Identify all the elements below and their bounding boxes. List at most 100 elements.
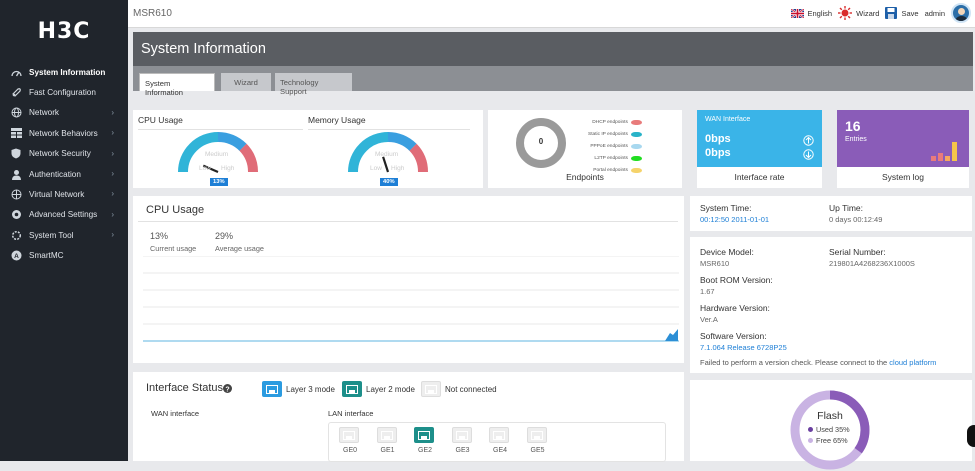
wan-title: WAN Interface xyxy=(705,116,751,123)
system-log-card[interactable]: 16 Entries System log xyxy=(837,110,969,188)
wizard-icon xyxy=(838,6,853,20)
sidebar-item-system-tool[interactable]: System Tool › xyxy=(0,225,128,245)
cpu-gauge-high: High xyxy=(221,165,235,172)
tab-system-information[interactable]: System Information xyxy=(139,73,215,97)
legend-not-connected-label: Not connected xyxy=(445,385,497,394)
lan-port-panel: GE0 GE1 GE2 GE3 GE4 GE5 xyxy=(328,422,666,462)
sidebar-item-smartmc[interactable]: A SmartMC xyxy=(0,246,128,266)
bootrom-label: Boot ROM Version: xyxy=(700,275,773,285)
sidebar-item-label: Fast Configuration xyxy=(29,88,96,98)
memory-gauge-medium: Medium xyxy=(375,151,399,158)
wizard-button[interactable]: Wizard xyxy=(838,6,879,20)
bootrom-value: 1.67 xyxy=(700,287,715,296)
sidebar-item-network-security[interactable]: Network Security › xyxy=(0,144,128,164)
cpu-average-label: Average usage xyxy=(215,244,264,253)
swatch-dhcp xyxy=(630,119,642,125)
system-time-value[interactable]: 00:12:50 2011-01-01 xyxy=(700,215,769,224)
page-title: System Information xyxy=(133,32,973,66)
interface-status-card: Interface Status ? Layer 3 mode Layer 2 … xyxy=(133,372,684,462)
shield-icon xyxy=(10,148,22,159)
chevron-right-icon: › xyxy=(111,107,114,117)
port-ge3[interactable] xyxy=(451,427,472,443)
wan-interface-label: WAN interface xyxy=(151,409,200,418)
sidebar-item-label: Advanced Settings xyxy=(29,210,98,220)
port-ge1[interactable] xyxy=(376,427,397,443)
port-ge0[interactable] xyxy=(339,427,359,443)
language-label: English xyxy=(807,8,833,18)
system-log-panel: 16 Entries xyxy=(837,110,969,167)
endpoints-label: Endpoints xyxy=(566,172,604,182)
endpoints-count: 0 xyxy=(538,137,544,146)
software-label: Software Version: xyxy=(700,331,767,341)
port-ge4[interactable] xyxy=(489,427,509,443)
port-ge2[interactable] xyxy=(414,427,434,443)
used-dot-icon xyxy=(808,427,813,432)
tab-technology-support[interactable]: Technology Support xyxy=(275,73,352,96)
flash-card: Flash Used 35% Free 65% xyxy=(690,380,972,470)
wan-footer: Interface rate xyxy=(734,172,785,182)
wan-upload-rate: 0bps xyxy=(705,133,731,145)
sidebar-item-system-information[interactable]: System Information xyxy=(0,62,128,82)
chevron-right-icon: › xyxy=(111,230,114,240)
sidebar-item-authentication[interactable]: Authentication › xyxy=(0,164,128,184)
free-dot-icon xyxy=(808,438,813,443)
scroll-handle[interactable] xyxy=(967,425,975,447)
legend-l2tp: L2TP endpoints xyxy=(588,153,642,165)
legend-layer3-label: Layer 3 mode xyxy=(286,385,335,394)
user-name[interactable]: admin xyxy=(925,9,945,18)
cpu-gauge-low: Low xyxy=(199,165,211,172)
endpoints-card[interactable]: 0 DHCP endpoints Static IP endpoints PPP… xyxy=(488,110,682,188)
port-label: GE1 xyxy=(380,447,395,454)
endpoints-legend: DHCP endpoints Static IP endpoints PPPoE… xyxy=(588,116,642,177)
cpu-line-chart xyxy=(143,256,679,342)
globe-icon xyxy=(10,107,22,118)
tab-wizard[interactable]: Wizard xyxy=(221,73,271,91)
sidebar-item-network[interactable]: Network › xyxy=(0,103,128,123)
sidebar-item-advanced-settings[interactable]: Advanced Settings › xyxy=(0,205,128,225)
sidebar-item-label: SmartMC xyxy=(29,251,64,261)
swatch-static-ip xyxy=(630,131,642,137)
dashboard-icon xyxy=(10,67,22,78)
cpu-usage-title: CPU Usage xyxy=(138,115,183,125)
cpu-current-value: 13% xyxy=(150,231,169,241)
cpu-percent-badge: 13% xyxy=(210,178,228,186)
flash-free-row: Free 65% xyxy=(808,436,848,445)
top-bar: MSR610 English Wizard Save admin xyxy=(128,0,975,28)
chevron-right-icon: › xyxy=(111,209,114,219)
not-connected-port-icon xyxy=(421,381,441,397)
model-value: MSR610 xyxy=(700,259,730,268)
sidebar-item-network-behaviors[interactable]: Network Behaviors › xyxy=(0,123,128,143)
language-button[interactable]: English xyxy=(790,8,833,18)
sidebar-item-virtual-network[interactable]: Virtual Network › xyxy=(0,184,128,204)
sidebar-item-label: Network Behaviors xyxy=(29,128,98,138)
port-ge5[interactable] xyxy=(526,427,547,443)
bar-chart-icon xyxy=(931,142,957,161)
help-icon[interactable]: ? xyxy=(223,384,232,393)
chevron-right-icon: › xyxy=(111,168,114,178)
save-icon xyxy=(885,7,898,19)
arrow-up-icon xyxy=(803,135,814,146)
software-value[interactable]: 7.1.064 Release 6728P25 xyxy=(700,343,787,352)
tool-icon xyxy=(10,230,22,241)
cpu-chart-card: CPU Usage 13% Current usage 29% Average … xyxy=(133,196,684,363)
sidebar-item-fast-configuration[interactable]: Fast Configuration xyxy=(0,82,128,102)
flash-used-row: Used 35% xyxy=(808,425,850,434)
wan-card[interactable]: WAN Interface 0bps 0bps Interface rate xyxy=(697,110,822,188)
cpu-chart-title: CPU Usage xyxy=(146,204,205,216)
wan-panel: WAN Interface 0bps 0bps xyxy=(697,110,822,167)
save-button[interactable]: Save xyxy=(885,7,919,19)
top-actions: English Wizard Save admin xyxy=(790,3,971,23)
cloud-platform-link[interactable]: cloud platform xyxy=(889,358,936,367)
port-label: GE2 xyxy=(418,447,433,454)
system-time-label: System Time: xyxy=(700,203,752,213)
system-log-unit: Entries xyxy=(845,136,867,143)
version-check-message: Failed to perform a version check. Pleas… xyxy=(700,358,936,367)
serial-label: Serial Number: xyxy=(829,247,886,257)
avatar[interactable] xyxy=(951,3,971,23)
save-label: Save xyxy=(901,8,919,18)
uptime-label: Up Time: xyxy=(829,203,864,213)
cpu-average-value: 29% xyxy=(215,231,234,241)
sidebar-item-label: Authentication xyxy=(29,169,81,179)
serial-value: 219801A4268236X1000S xyxy=(829,259,915,268)
sidebar-item-label: System Information xyxy=(29,67,106,77)
